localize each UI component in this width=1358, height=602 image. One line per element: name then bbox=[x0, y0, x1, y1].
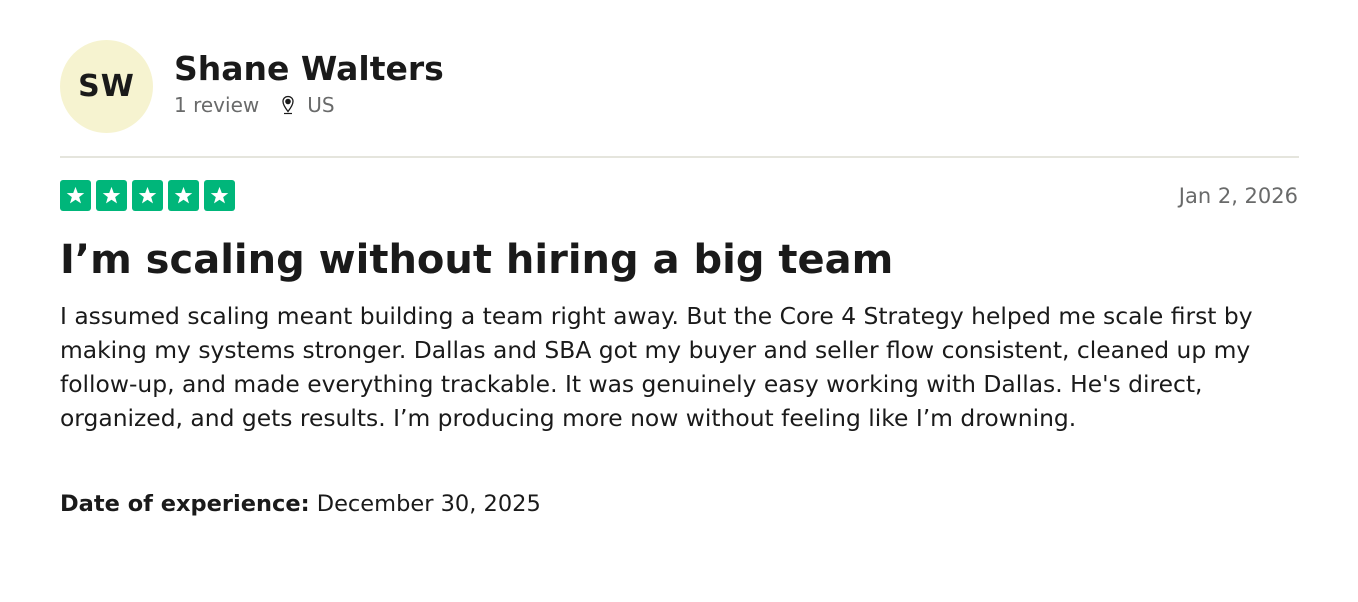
consumer-info: SW Shane Walters 1 review US bbox=[60, 40, 444, 133]
review-text: I assumed scaling meant building a team … bbox=[60, 302, 1253, 432]
experience-date: December 30, 2025 bbox=[316, 491, 541, 517]
star-icon bbox=[168, 180, 199, 211]
map-pin-icon bbox=[281, 95, 295, 115]
consumer-country: US bbox=[307, 92, 335, 117]
consumer-meta: 1 review US bbox=[174, 93, 444, 117]
star-icon bbox=[96, 180, 127, 211]
consumer-location: US bbox=[281, 92, 335, 117]
review-title[interactable]: I’m scaling without hiring a big team bbox=[60, 234, 893, 286]
date-of-experience: Date of experience: December 30, 2025 bbox=[60, 491, 541, 517]
star-icon bbox=[204, 180, 235, 211]
consumer-details: Shane Walters 1 review US bbox=[174, 49, 444, 117]
avatar[interactable]: SW bbox=[60, 40, 153, 133]
star-icon bbox=[60, 180, 91, 211]
review-card: SW Shane Walters 1 review US Jan 2, 2026… bbox=[0, 0, 1358, 602]
review-date: Jan 2, 2026 bbox=[1178, 184, 1298, 208]
review-count: 1 review bbox=[174, 92, 260, 117]
star-rating bbox=[60, 180, 240, 211]
divider bbox=[60, 156, 1299, 158]
consumer-name[interactable]: Shane Walters bbox=[174, 49, 444, 89]
star-icon bbox=[132, 180, 163, 211]
experience-label: Date of experience: bbox=[60, 491, 310, 517]
